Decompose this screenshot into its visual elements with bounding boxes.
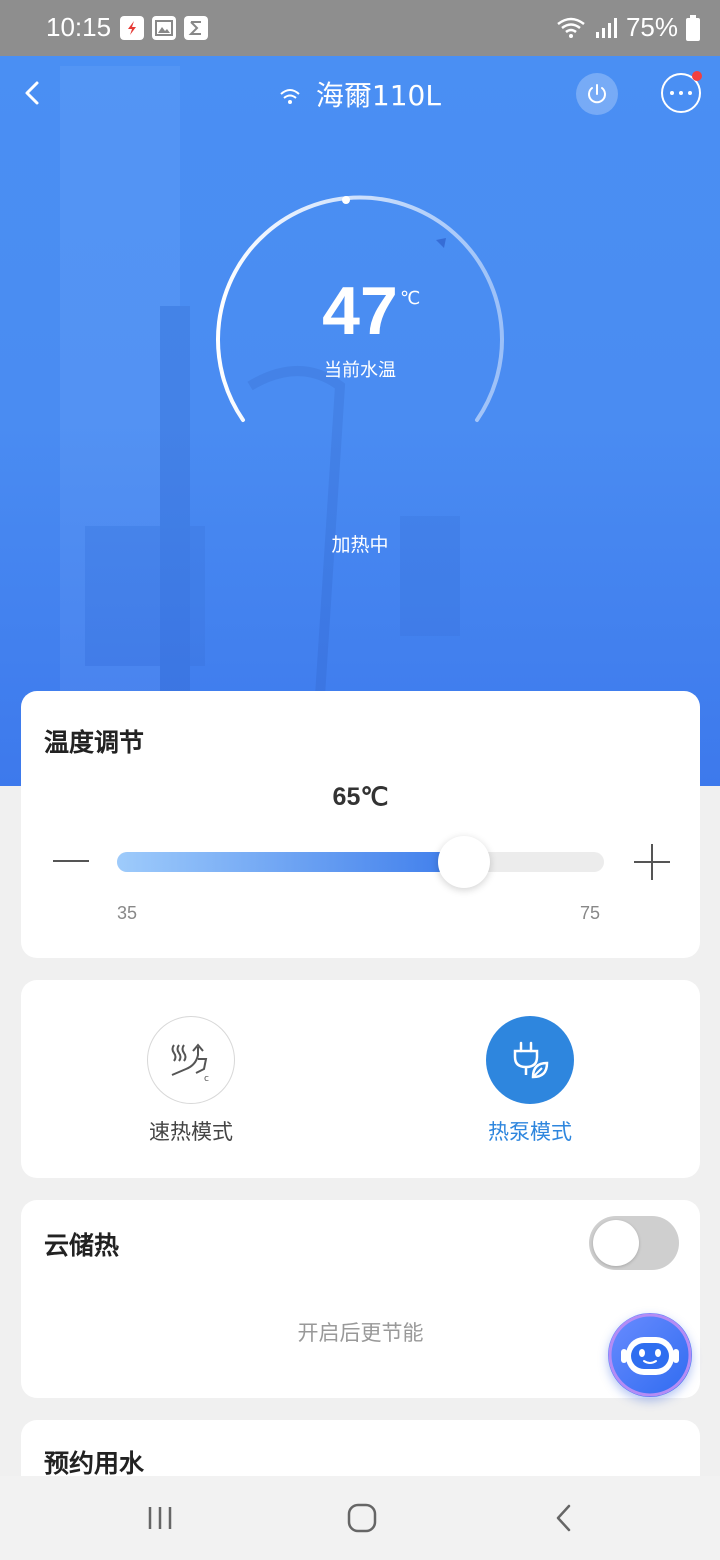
status-right: 75% bbox=[556, 12, 700, 43]
current-temperature: 47 bbox=[322, 273, 398, 349]
heat-pump-icon bbox=[513, 1041, 549, 1079]
home-button[interactable] bbox=[342, 1498, 382, 1538]
quick-heat-mode-button[interactable]: c 速热模式 bbox=[121, 1016, 261, 1146]
svg-text:c: c bbox=[204, 1074, 209, 1083]
heating-status: 加热中 bbox=[331, 534, 389, 556]
heat-pump-mode-circle bbox=[486, 1016, 574, 1104]
power-icon bbox=[588, 84, 606, 104]
temperature-card: 温度调节 65℃ 35 75 bbox=[21, 691, 700, 958]
gauge-marker bbox=[342, 196, 350, 204]
temperature-slider[interactable] bbox=[117, 836, 604, 888]
system-nav-bar bbox=[0, 1476, 720, 1560]
battery-icon bbox=[686, 14, 700, 41]
back-nav-icon bbox=[556, 1504, 571, 1532]
recent-apps-icon bbox=[148, 1507, 172, 1529]
status-bar: 10:15 75% bbox=[0, 0, 720, 56]
quick-heat-icon: c bbox=[171, 1043, 209, 1083]
temperature-unit: ℃ bbox=[400, 288, 421, 309]
home-icon bbox=[347, 1503, 377, 1533]
slider-min-label: 35 bbox=[117, 903, 138, 923]
slider-thumb[interactable] bbox=[437, 836, 490, 888]
signal-icon bbox=[595, 17, 617, 38]
current-temp-label: 当前水温 bbox=[324, 360, 396, 381]
recent-apps-button[interactable] bbox=[140, 1498, 180, 1538]
mode-card: c 速热模式 热泵模式 bbox=[21, 980, 700, 1178]
increase-temp-button[interactable] bbox=[632, 842, 672, 882]
hero-panel: 海爾110L 47 ℃ 当前水温 加热中 bbox=[0, 56, 720, 786]
sigma-notification-icon bbox=[184, 16, 208, 40]
robot-assistant-icon bbox=[608, 1313, 692, 1397]
status-app-icons bbox=[120, 16, 208, 40]
temperature-card-title: 温度调节 bbox=[44, 728, 145, 757]
power-button[interactable] bbox=[576, 73, 618, 115]
decrease-temp-button[interactable] bbox=[51, 846, 91, 876]
device-name: 海爾110L bbox=[315, 79, 441, 112]
cloud-heat-hint: 开启后更节能 bbox=[297, 1321, 424, 1345]
app-notification-icon bbox=[120, 16, 144, 40]
appointment-title: 预约用水 bbox=[44, 1449, 145, 1478]
heat-pump-mode-button[interactable]: 热泵模式 bbox=[460, 1016, 600, 1146]
cloud-heat-toggle[interactable] bbox=[589, 1216, 679, 1270]
quick-heat-mode-label: 速热模式 bbox=[149, 1120, 233, 1144]
status-time: 10:15 bbox=[46, 12, 112, 42]
temperature-setpoint: 65℃ bbox=[332, 783, 389, 811]
cloud-heat-card: 云储热 开启后更节能 bbox=[21, 1200, 700, 1398]
toggle-knob bbox=[593, 1220, 639, 1266]
back-nav-button[interactable] bbox=[544, 1498, 584, 1538]
quick-heat-mode-circle: c bbox=[147, 1016, 235, 1104]
gauge-pointer bbox=[436, 238, 446, 248]
slider-max-label: 75 bbox=[580, 903, 601, 923]
heat-pump-mode-label: 热泵模式 bbox=[488, 1120, 572, 1144]
wifi-icon bbox=[280, 89, 300, 104]
more-icon bbox=[670, 91, 692, 95]
assistant-button[interactable] bbox=[608, 1313, 692, 1397]
wifi-status-icon bbox=[557, 17, 585, 38]
notification-dot bbox=[692, 71, 702, 81]
gallery-notification-icon bbox=[152, 16, 176, 40]
cloud-heat-title: 云储热 bbox=[44, 1231, 120, 1260]
slider-fill bbox=[117, 852, 464, 872]
battery-percent: 75% bbox=[625, 12, 678, 42]
